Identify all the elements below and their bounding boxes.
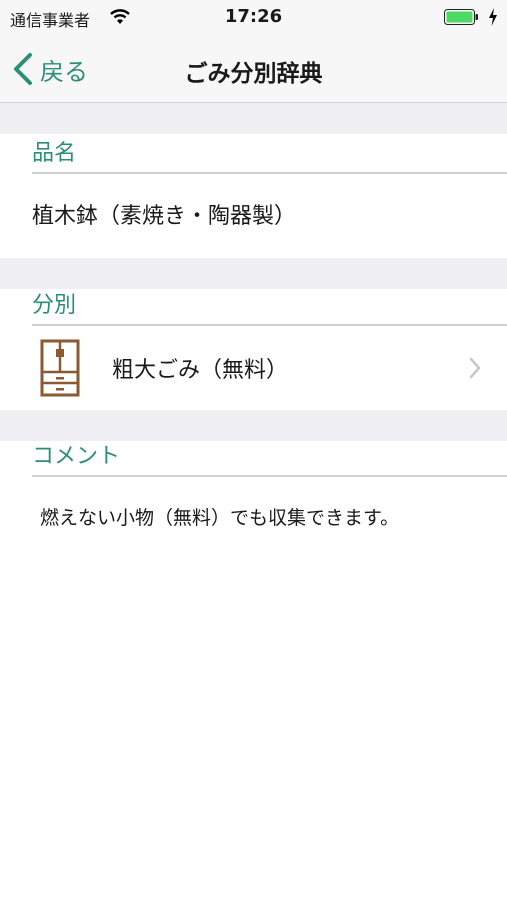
status-time: 17:26 — [224, 6, 283, 27]
category-row[interactable]: 粗大ごみ（無料） — [0, 326, 507, 410]
comment-value: 燃えない小物（無料）でも収集できます。 — [40, 507, 400, 529]
category-header: 分別 — [32, 287, 507, 326]
item-name-value: 植木鉢（素焼き・陶器製） — [32, 204, 297, 229]
comment-header: コメント — [32, 438, 507, 477]
navigation-bar: 戻る ごみ分別辞典 — [0, 34, 507, 103]
battery-icon — [444, 9, 478, 25]
status-bar: 通信事業者 17:26 — [0, 0, 507, 34]
charging-bolt-icon — [489, 8, 497, 26]
chevron-right-icon — [469, 357, 481, 379]
category-value: 粗大ごみ（無料） — [112, 358, 289, 383]
section-separator — [0, 410, 507, 441]
page-title: ごみ分別辞典 — [184, 61, 323, 87]
section-separator — [0, 103, 507, 134]
cabinet-icon — [40, 339, 80, 397]
item-name-header: 品名 — [32, 135, 507, 174]
section-separator — [0, 258, 507, 289]
